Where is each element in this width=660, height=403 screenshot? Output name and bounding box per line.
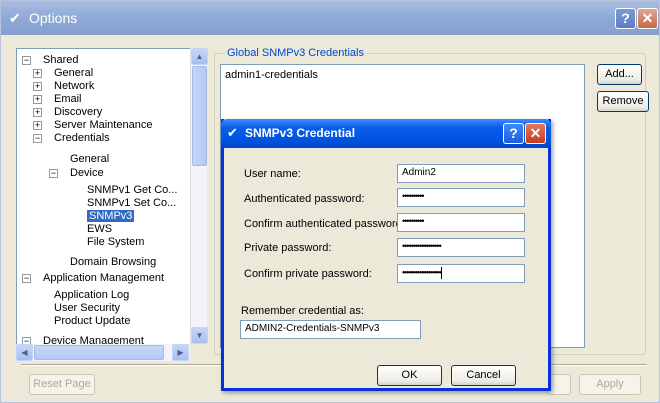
username-label: User name: (244, 168, 301, 180)
tree-item[interactable]: General (70, 153, 109, 165)
dialog-title: SNMPv3 Credential (245, 126, 356, 140)
options-titlebar[interactable]: ✔ Options ? ✕ (1, 1, 659, 35)
collapse-icon[interactable]: − (33, 134, 42, 143)
list-item[interactable]: admin1-credentials (225, 69, 318, 81)
tree-item[interactable]: Server Maintenance (54, 119, 152, 131)
tree-item[interactable]: EWS (87, 223, 112, 235)
collapse-icon[interactable]: − (22, 56, 31, 65)
expand-icon[interactable]: + (33, 95, 42, 104)
username-field[interactable]: Admin2 (397, 164, 525, 183)
tree-item[interactable]: User Security (54, 302, 120, 314)
close-button[interactable]: ✕ (637, 8, 658, 29)
scroll-thumb-horizontal[interactable] (34, 345, 164, 360)
scroll-corner (190, 344, 207, 361)
tree-item[interactable]: Shared (43, 54, 78, 66)
auth-password-field[interactable]: •••••••••• (397, 188, 525, 207)
collapse-icon[interactable]: − (49, 169, 58, 178)
private-password-field[interactable]: •••••••••••••••••• (397, 238, 525, 257)
help-button[interactable]: ? (615, 8, 636, 29)
confirm-auth-password-field[interactable]: •••••••••• (397, 213, 525, 232)
tree-item[interactable]: Device (70, 167, 104, 179)
tree-item[interactable]: Network (54, 80, 94, 92)
group-title: Global SNMPv3 Credentials (225, 47, 366, 59)
add-button[interactable]: Add... (597, 64, 642, 85)
tree-item[interactable]: SNMPv1 Set Co... (87, 197, 176, 209)
text-caret (440, 267, 442, 279)
scroll-thumb[interactable] (192, 66, 207, 166)
ok-button[interactable]: OK (377, 365, 442, 386)
expand-icon[interactable]: + (33, 69, 42, 78)
scroll-left-icon[interactable]: ◀ (16, 344, 33, 361)
tree-item[interactable]: Credentials (54, 132, 110, 144)
apply-button[interactable]: Apply (579, 374, 641, 395)
scroll-down-icon[interactable]: ▼ (191, 327, 208, 344)
window-title: Options (29, 10, 78, 26)
tree-item[interactable]: General (54, 67, 93, 79)
reset-page-button[interactable]: Reset Page (29, 374, 95, 395)
confirm-private-password-field[interactable]: •••••••••••••••••• (397, 264, 525, 283)
auth-password-label: Authenticated password: (244, 193, 365, 205)
scroll-right-icon[interactable]: ▶ (172, 344, 189, 361)
expand-icon[interactable]: + (33, 108, 42, 117)
tree-item[interactable]: File System (87, 236, 144, 248)
tree-item[interactable]: Product Update (54, 315, 130, 327)
tree-item[interactable]: Discovery (54, 106, 102, 118)
dialog-close-button[interactable]: ✕ (525, 123, 546, 144)
remove-button[interactable]: Remove (597, 91, 649, 112)
scroll-up-icon[interactable]: ▲ (191, 48, 208, 65)
confirm-auth-password-label: Confirm authenticated password: (244, 218, 405, 230)
remember-credential-field[interactable]: ADMIN2-Credentials-SNMPv3 (240, 320, 421, 339)
dialog-help-button[interactable]: ? (503, 123, 524, 144)
collapse-icon[interactable]: − (22, 274, 31, 283)
tree-item[interactable]: Application Log (54, 289, 129, 301)
expand-icon[interactable]: + (33, 82, 42, 91)
remember-label: Remember credential as: (241, 305, 364, 317)
dialog-titlebar[interactable]: ✔ SNMPv3 Credential ? ✕ (221, 119, 551, 148)
tree-item[interactable]: Email (54, 93, 82, 105)
check-icon: ✔ (9, 10, 21, 26)
check-icon: ✔ (227, 125, 238, 140)
cancel-button[interactable]: Cancel (451, 365, 516, 386)
options-tree[interactable]: Shared − General + Network + Email + Discovery + S… (16, 48, 207, 350)
private-password-label: Private password: (244, 242, 332, 254)
tree-item[interactable]: SNMPv1 Get Co... (87, 184, 177, 196)
tree-item[interactable]: SNMPv3 (87, 210, 135, 222)
confirm-private-password-value: •••••••••••••••••• (402, 267, 442, 278)
confirm-private-password-label: Confirm private password: (244, 268, 372, 280)
tree-vertical-scrollbar[interactable]: ▲ ▼ (190, 48, 208, 344)
tree-horizontal-scrollbar[interactable]: ◀ ▶ (16, 344, 207, 361)
tree-item[interactable]: Domain Browsing (70, 256, 156, 268)
snmpv3-credential-dialog: ✔ SNMPv3 Credential ? ✕ User name: Admin… (221, 119, 551, 391)
expand-icon[interactable]: + (33, 121, 42, 130)
tree-item[interactable]: Application Management (43, 272, 164, 284)
